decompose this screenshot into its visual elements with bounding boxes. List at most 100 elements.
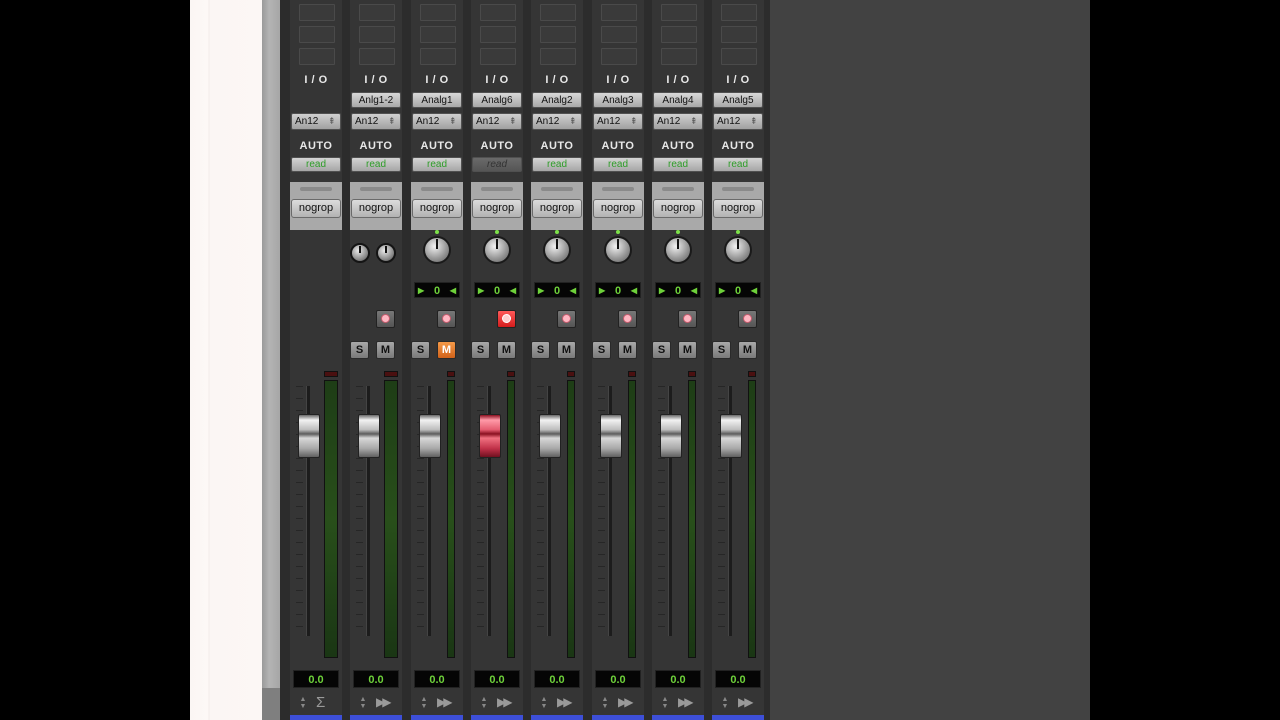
pan-knob[interactable] [724, 236, 752, 264]
insert-slot[interactable] [480, 4, 516, 21]
volume-fader[interactable] [298, 414, 320, 458]
scroll-arrows-icon[interactable]: ▲ ▼ [720, 696, 730, 712]
insert-slot[interactable] [299, 4, 335, 21]
volume-fader[interactable] [419, 414, 441, 458]
volume-fader[interactable] [479, 414, 501, 458]
record-arm-button[interactable] [376, 310, 395, 328]
ff-icon[interactable]: ▶▶ [618, 695, 634, 709]
group-selector[interactable]: nogrop [653, 199, 703, 218]
solo-button[interactable]: S [411, 341, 430, 359]
solo-button[interactable]: S [712, 341, 731, 359]
ff-icon[interactable]: ▶▶ [557, 695, 573, 709]
insert-slot[interactable] [540, 48, 576, 65]
track-name-bar[interactable] [471, 715, 523, 720]
output-selector[interactable]: An12 ⇞ [593, 113, 643, 130]
insert-slot[interactable] [601, 26, 637, 43]
automation-mode-button[interactable]: read [472, 157, 522, 172]
automation-mode-button[interactable]: read [653, 157, 703, 172]
volume-fader[interactable] [539, 414, 561, 458]
input-selector[interactable]: Analg3 [593, 92, 643, 108]
group-selector[interactable]: nogrop [291, 199, 341, 218]
output-volume-icon[interactable]: ⇞ [388, 115, 397, 128]
pan-knob-right[interactable] [376, 243, 396, 263]
record-arm-button[interactable] [738, 310, 757, 328]
insert-slot[interactable] [299, 26, 335, 43]
automation-mode-button[interactable]: read [351, 157, 401, 172]
automation-mode-button[interactable]: read [593, 157, 643, 172]
insert-slot[interactable] [721, 48, 757, 65]
scroll-arrows-icon[interactable]: ▲ ▼ [600, 696, 610, 712]
pan-knob-left[interactable] [350, 243, 370, 263]
volume-value-display[interactable]: 0.0 [655, 670, 701, 688]
record-arm-button[interactable] [557, 310, 576, 328]
volume-value-display[interactable]: 0.0 [534, 670, 580, 688]
record-arm-button[interactable] [678, 310, 697, 328]
record-arm-button[interactable] [437, 310, 456, 328]
volume-value-display[interactable]: 0.0 [474, 670, 520, 688]
record-arm-button[interactable] [497, 310, 516, 328]
insert-slot[interactable] [721, 26, 757, 43]
track-name-bar[interactable] [290, 715, 342, 720]
scroll-arrows-icon[interactable]: ▲ ▼ [298, 696, 308, 712]
insert-slot[interactable] [661, 4, 697, 21]
insert-slot[interactable] [420, 4, 456, 21]
output-volume-icon[interactable]: ⇞ [328, 115, 337, 128]
track-name-bar[interactable] [531, 715, 583, 720]
volume-value-display[interactable]: 0.0 [293, 670, 339, 688]
solo-button[interactable]: S [592, 341, 611, 359]
output-selector[interactable]: An12 ⇞ [713, 113, 763, 130]
output-selector[interactable]: An12 ⇞ [351, 113, 401, 130]
record-arm-button[interactable] [618, 310, 637, 328]
pan-value-display[interactable]: ▶ 0 ◀ [534, 282, 580, 298]
automation-mode-button[interactable]: read [713, 157, 763, 172]
pan-value-display[interactable]: ▶ 0 ◀ [474, 282, 520, 298]
panel-divider-handle[interactable] [262, 688, 280, 720]
scroll-arrows-icon[interactable]: ▲ ▼ [358, 696, 368, 712]
solo-button[interactable]: S [471, 341, 490, 359]
pan-value-display[interactable]: ▶ 0 ◀ [414, 282, 460, 298]
ff-icon[interactable]: ▶▶ [497, 695, 513, 709]
output-selector[interactable]: An12 ⇞ [472, 113, 522, 130]
insert-slot[interactable] [299, 48, 335, 65]
mute-button[interactable]: M [738, 341, 757, 359]
insert-slot[interactable] [661, 48, 697, 65]
input-selector[interactable]: Analg1 [412, 92, 462, 108]
mute-button[interactable]: M [376, 341, 395, 359]
scroll-arrows-icon[interactable]: ▲ ▼ [539, 696, 549, 712]
panel-divider[interactable] [262, 0, 280, 720]
group-selector[interactable]: nogrop [351, 199, 401, 218]
input-selector[interactable]: Analg6 [472, 92, 522, 108]
volume-value-display[interactable]: 0.0 [353, 670, 399, 688]
volume-value-display[interactable]: 0.0 [595, 670, 641, 688]
insert-slot[interactable] [661, 26, 697, 43]
input-selector[interactable]: Analg5 [713, 92, 763, 108]
pan-knob[interactable] [604, 236, 632, 264]
group-selector[interactable]: nogrop [593, 199, 643, 218]
pan-knob[interactable] [543, 236, 571, 264]
pan-knob[interactable] [423, 236, 451, 264]
solo-button[interactable]: S [350, 341, 369, 359]
insert-slot[interactable] [359, 4, 395, 21]
volume-fader[interactable] [600, 414, 622, 458]
input-selector[interactable]: Analg4 [653, 92, 703, 108]
solo-button[interactable]: S [652, 341, 671, 359]
group-selector[interactable]: nogrop [412, 199, 462, 218]
track-name-bar[interactable] [712, 715, 764, 720]
volume-fader[interactable] [358, 414, 380, 458]
output-volume-icon[interactable]: ⇞ [630, 115, 639, 128]
ff-icon[interactable]: ▶▶ [738, 695, 754, 709]
group-selector[interactable]: nogrop [713, 199, 763, 218]
volume-value-display[interactable]: 0.0 [414, 670, 460, 688]
ff-icon[interactable]: ▶▶ [437, 695, 453, 709]
output-volume-icon[interactable]: ⇞ [509, 115, 518, 128]
insert-slot[interactable] [601, 48, 637, 65]
automation-mode-button[interactable]: read [412, 157, 462, 172]
output-volume-icon[interactable]: ⇞ [750, 115, 759, 128]
ff-icon[interactable]: ▶▶ [678, 695, 694, 709]
mute-button[interactable]: M [437, 341, 456, 359]
output-volume-icon[interactable]: ⇞ [690, 115, 699, 128]
volume-fader[interactable] [660, 414, 682, 458]
pan-value-display[interactable]: ▶ 0 ◀ [595, 282, 641, 298]
track-name-bar[interactable] [592, 715, 644, 720]
volume-fader[interactable] [720, 414, 742, 458]
